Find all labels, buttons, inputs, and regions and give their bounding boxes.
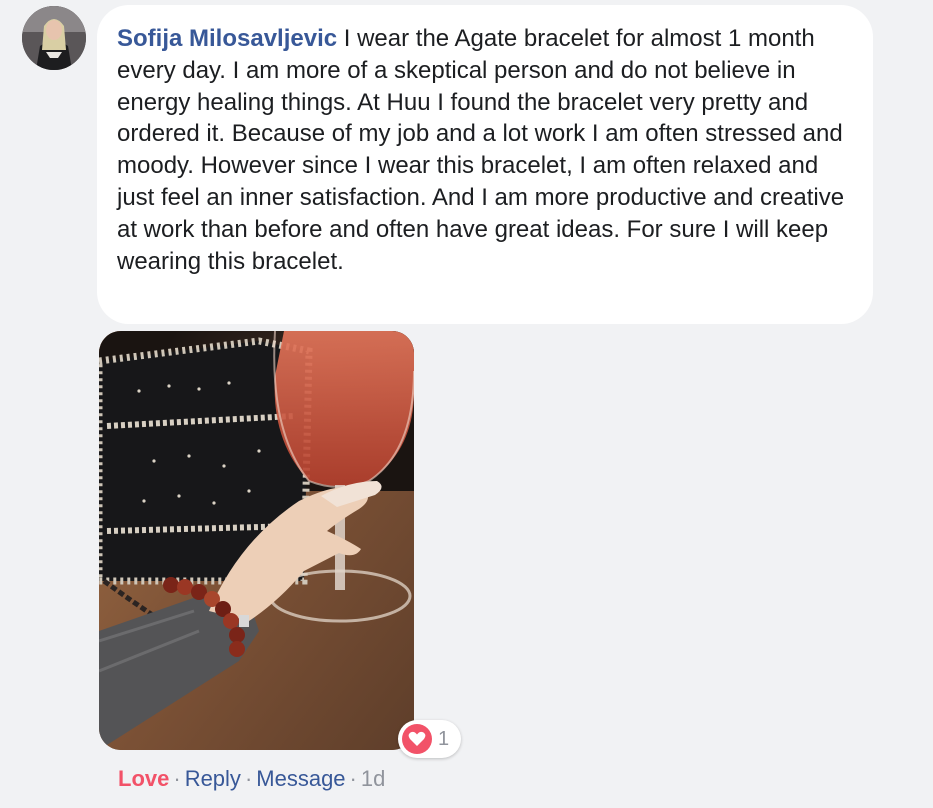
message-button[interactable]: Message [256,766,345,791]
heart-icon [402,724,432,754]
comment-author-name[interactable]: Sofija Milosavljevic [117,25,337,52]
comment-photo[interactable] [99,331,414,750]
love-button[interactable]: Love [118,766,169,791]
comment-text: I wear the Agate bracelet for almost 1 m… [117,25,845,275]
separator: · [244,766,253,791]
photo-image [99,331,414,750]
avatar-photo [22,6,86,70]
comment-bubble: Sofija Milosavljevic I wear the Agate br… [97,5,873,324]
comment-actions: Love · Reply · Message · 1d [118,764,385,794]
separator: · [173,766,181,791]
comment-timestamp[interactable]: 1d [361,766,385,791]
separator: · [349,766,357,791]
reaction-count: 1 [438,727,450,750]
author-avatar[interactable] [22,6,86,70]
reply-button[interactable]: Reply [185,766,241,791]
reaction-summary[interactable]: 1 [398,720,462,758]
